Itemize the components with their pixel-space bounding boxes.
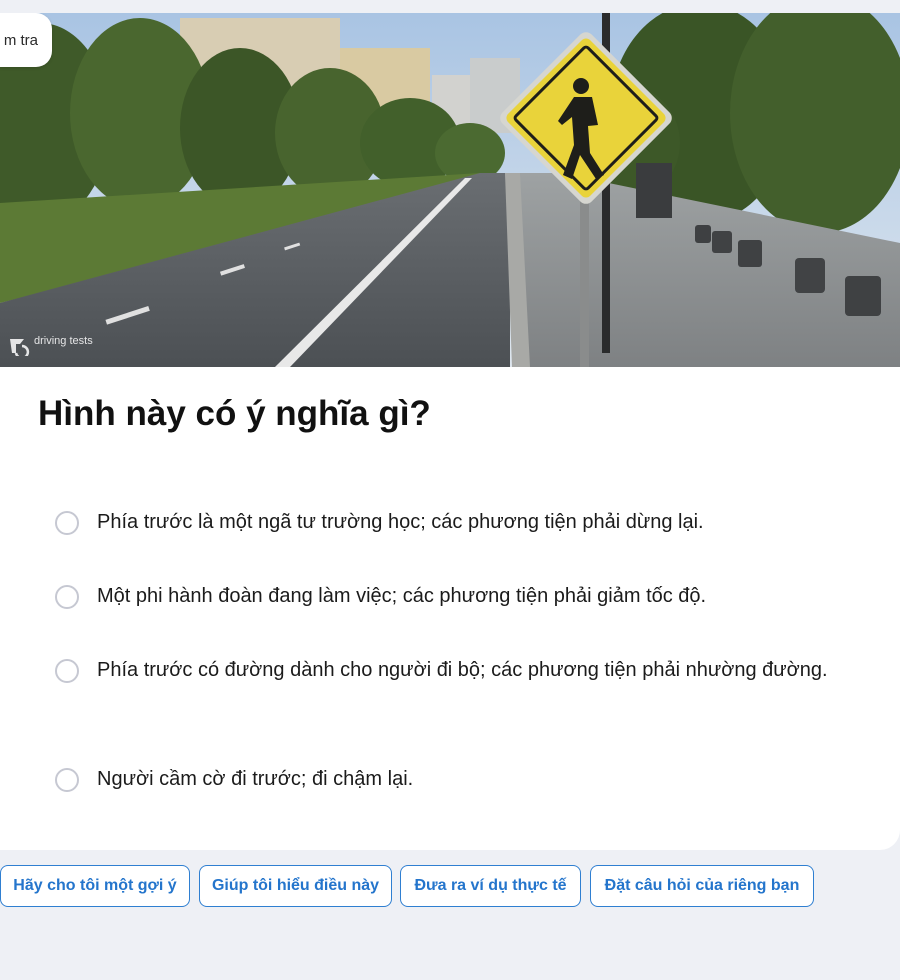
hint-button[interactable]: Hãy cho tôi một gợi ý — [0, 865, 190, 907]
answer-option[interactable]: Phía trước là một ngã tư trường học; các… — [55, 505, 837, 540]
answer-option[interactable]: Phía trước có đường dành cho người đi bộ… — [55, 653, 837, 688]
answer-label: Phía trước có đường dành cho người đi bộ… — [97, 659, 828, 681]
radio-button[interactable] — [55, 767, 79, 792]
real-example-button[interactable]: Đưa ra ví dụ thực tế — [400, 865, 581, 907]
driving-tests-logo-icon — [10, 339, 30, 356]
radio-button[interactable] — [55, 584, 79, 609]
watermark-text: driving tests — [34, 335, 93, 347]
answer-option[interactable]: Một phi hành đoàn đang làm việc; các phư… — [55, 579, 837, 614]
breadcrumb-chip[interactable]: m tra — [0, 13, 52, 67]
breadcrumb-label: m tra — [3, 32, 38, 49]
radio-button[interactable] — [55, 510, 79, 535]
ask-own-question-button[interactable]: Đặt câu hỏi của riêng bạn — [590, 865, 814, 907]
answer-label: Một phi hành đoàn đang làm việc; các phư… — [97, 585, 707, 607]
road-scene-illustration — [0, 13, 900, 367]
question-image — [0, 13, 900, 367]
question-title: Hình này có ý nghĩa gì? — [38, 394, 431, 433]
answer-label: Người cầm cờ đi trước; đi chậm lại. — [97, 768, 414, 790]
radio-button[interactable] — [55, 658, 79, 683]
answer-label: Phía trước là một ngã tư trường học; các… — [97, 511, 704, 533]
answer-option[interactable]: Người cầm cờ đi trước; đi chậm lại. — [55, 762, 837, 797]
explain-button[interactable]: Giúp tôi hiểu điều này — [199, 865, 392, 907]
